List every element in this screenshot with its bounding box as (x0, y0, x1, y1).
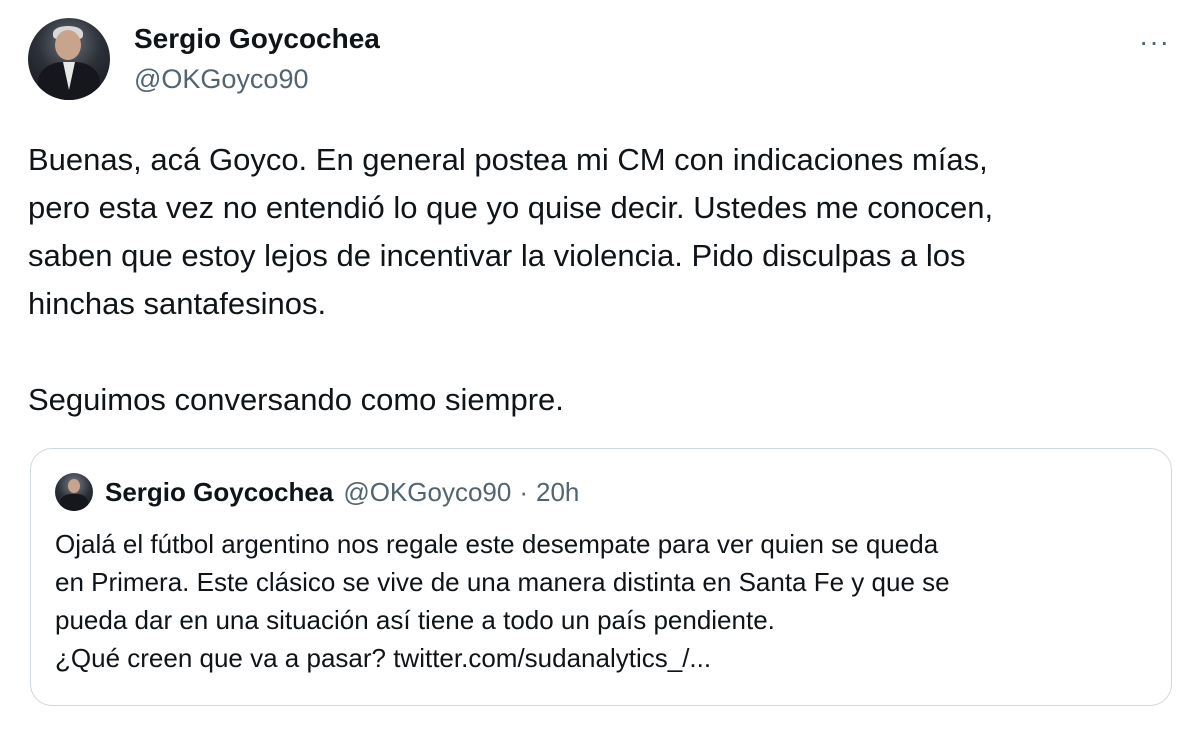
quoted-author-handle[interactable]: @OKGoyco90 (343, 477, 511, 508)
avatar-face (55, 30, 81, 60)
author-display-name[interactable]: Sergio Goycochea (134, 21, 380, 57)
tweet-text: Buenas, acá Goyco. En general postea mi … (28, 142, 994, 417)
tweet-header: Sergio Goycochea @OKGoyco90 (28, 18, 380, 100)
author-handle[interactable]: @OKGoyco90 (134, 61, 380, 97)
quoted-tweet[interactable]: Sergio Goycochea @OKGoyco90 · 20h Ojalá … (30, 448, 1172, 706)
quoted-author-display-name[interactable]: Sergio Goycochea (105, 477, 333, 508)
quoted-tweet-text: Ojalá el fútbol argentino nos regale est… (55, 529, 950, 673)
more-options-icon[interactable]: ··· (1139, 28, 1170, 56)
quoted-timestamp[interactable]: 20h (536, 477, 579, 508)
quoted-avatar-body (60, 494, 88, 511)
author-names: Sergio Goycochea @OKGoyco90 (134, 21, 380, 97)
tweet-card: Sergio Goycochea @OKGoyco90 ··· Buenas, … (0, 0, 1200, 730)
quoted-separator: · (519, 476, 529, 507)
quoted-avatar-face (68, 479, 80, 493)
quoted-author-avatar[interactable] (55, 473, 93, 511)
author-avatar[interactable] (28, 18, 110, 100)
quoted-tweet-header: Sergio Goycochea @OKGoyco90 · 20h (55, 473, 579, 511)
